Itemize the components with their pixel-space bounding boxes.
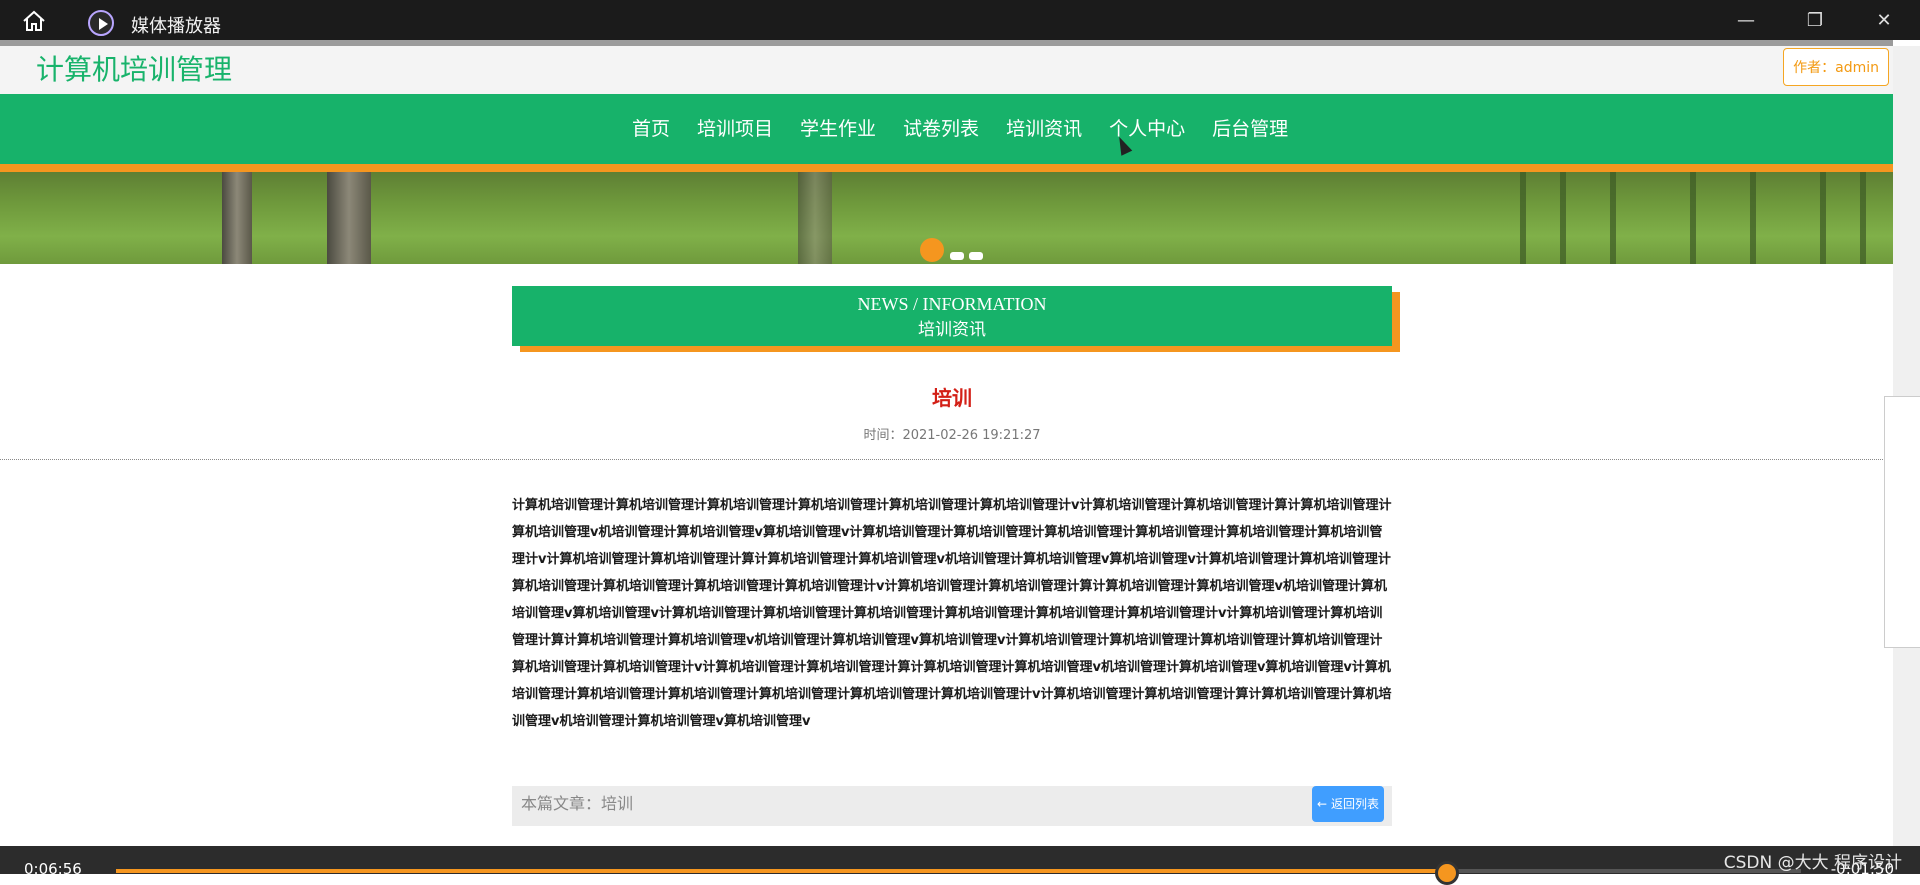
- banner-stem: [1690, 172, 1696, 264]
- banner-tree: [327, 172, 371, 264]
- nav-item-home[interactable]: 首页: [632, 114, 670, 141]
- close-icon[interactable]: ✕: [1864, 6, 1904, 36]
- site-title[interactable]: 计算机培训管理: [36, 48, 232, 88]
- nav-item-exam-list[interactable]: 试卷列表: [903, 114, 979, 141]
- carousel-dot[interactable]: [969, 252, 983, 260]
- back-to-list-button[interactable]: ← 返回列表: [1312, 786, 1384, 822]
- banner-tree: [222, 172, 252, 264]
- seek-thumb[interactable]: [1435, 861, 1460, 885]
- side-float-panel[interactable]: [1884, 396, 1920, 648]
- banner-carousel: [0, 172, 1893, 264]
- site-header: 计算机培训管理 作者：admin: [0, 46, 1893, 94]
- author-badge[interactable]: 作者：admin: [1783, 48, 1889, 86]
- watermark-text: CSDN @大大 程序设计: [1723, 853, 1902, 873]
- banner-stem: [1560, 172, 1566, 264]
- nav-item-student-homework[interactable]: 学生作业: [800, 114, 876, 141]
- nav-item-training-projects[interactable]: 培训项目: [697, 114, 773, 141]
- banner-tree: [798, 172, 832, 264]
- article-footer: 本篇文章：培训 ← 返回列表: [512, 786, 1392, 826]
- news-header-cn: 培训资讯: [918, 320, 986, 340]
- article-title: 培训: [932, 386, 972, 410]
- restore-icon[interactable]: ❐: [1795, 6, 1835, 36]
- home-icon[interactable]: [22, 10, 46, 32]
- minimize-icon[interactable]: —: [1726, 6, 1766, 36]
- carousel-dot-active[interactable]: [920, 238, 944, 262]
- news-section-header: NEWS / INFORMATION 培训资讯: [512, 286, 1392, 346]
- article-footer-label: 本篇文章：培训: [521, 794, 634, 813]
- web-page: 计算机培训管理 作者：admin 首页 培训项目 学生作业 试卷列表 培训资讯 …: [0, 46, 1893, 846]
- banner-stem: [1520, 172, 1526, 264]
- nav-item-admin[interactable]: 后台管理: [1212, 114, 1288, 141]
- arrow-left-icon: ←: [1317, 797, 1328, 811]
- window-title: 媒体播放器: [131, 16, 221, 37]
- banner-stem: [1860, 172, 1866, 264]
- banner-stem: [1820, 172, 1826, 264]
- article-time: 时间：2021-02-26 19:21:27: [863, 428, 1041, 443]
- media-player-bar: 0:06:56 -0:01:50 CSDN @大大 程序设计: [0, 846, 1920, 885]
- back-to-list-label: 返回列表: [1330, 797, 1379, 811]
- seek-bar[interactable]: [116, 861, 1801, 885]
- banner-stem: [1750, 172, 1756, 264]
- article-body: 计算机培训管理计算机培训管理计算机培训管理计算机培训管理计算机培训管理计算机培训…: [512, 498, 1392, 729]
- elapsed-time: 0:06:56: [24, 860, 82, 878]
- nav-item-training-news[interactable]: 培训资讯: [1006, 114, 1082, 141]
- main-nav: 首页 培训项目 学生作业 试卷列表 培训资讯 个人中心 后台管理: [0, 94, 1893, 172]
- play-icon: [88, 10, 114, 36]
- window-title-bar: 媒体播放器 — ❐ ✕: [0, 0, 1920, 40]
- divider: [0, 459, 1893, 460]
- seek-bar-fill: [116, 869, 1448, 873]
- news-header-en: NEWS / INFORMATION: [857, 294, 1047, 314]
- carousel-dot[interactable]: [950, 252, 964, 260]
- banner-stem: [1610, 172, 1616, 264]
